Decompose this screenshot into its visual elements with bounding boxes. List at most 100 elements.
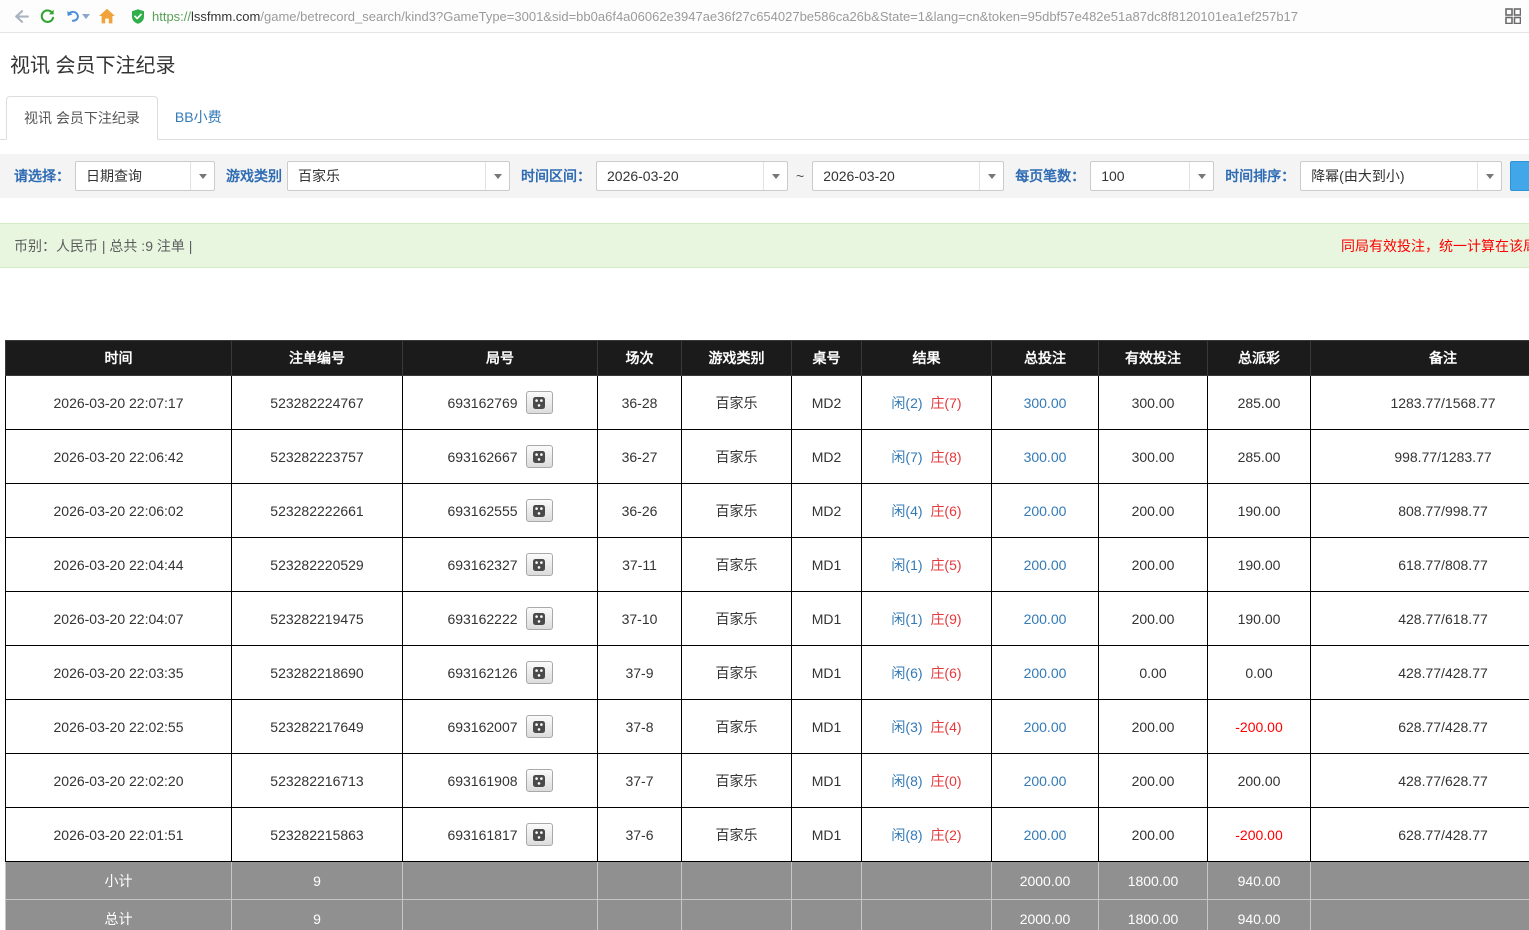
cell-remark: 808.77/998.77 — [1311, 484, 1529, 538]
column-header: 注单编号 — [232, 341, 403, 376]
round-replay-button[interactable] — [526, 607, 553, 630]
dice-icon — [532, 720, 546, 734]
totals-empty — [792, 900, 862, 930]
query-mode-label: 请选择： — [14, 166, 70, 186]
address-bar[interactable]: https://lssfmm.com/game/betrecord_search… — [130, 3, 1521, 29]
tab-bar: 视讯 会员下注纪录 BB小费 — [0, 96, 1529, 140]
query-mode-select[interactable]: 日期查询 — [75, 161, 215, 191]
cell-round: 693162667 — [403, 430, 598, 484]
totals-empty — [403, 900, 598, 930]
table-header: 时间注单编号局号场次游戏类别桌号结果总投注有效投注总派彩备注 — [6, 341, 1529, 376]
cell-bet-id: 523282224767 — [232, 376, 403, 430]
cell-valid-bet: 200.00 — [1099, 538, 1208, 592]
qr-grid-icon[interactable] — [1505, 8, 1521, 24]
column-header: 桌号 — [792, 341, 862, 376]
cell-valid-bet: 200.00 — [1099, 484, 1208, 538]
undo-button[interactable] — [60, 3, 94, 29]
table-row: 2026-03-20 22:06:42 523282223757 6931626… — [6, 430, 1529, 484]
cell-bet-id: 523282216713 — [232, 754, 403, 808]
cell-time: 2026-03-20 22:07:17 — [6, 376, 232, 430]
cell-valid-bet: 200.00 — [1099, 754, 1208, 808]
round-replay-button[interactable] — [526, 499, 553, 522]
totals-payout: 940.00 — [1208, 900, 1311, 930]
total-bet-link[interactable]: 200.00 — [1024, 503, 1067, 519]
date-to-select[interactable]: 2026-03-20 — [812, 161, 1004, 191]
cell-time: 2026-03-20 22:02:55 — [6, 700, 232, 754]
cell-session: 37-10 — [598, 592, 682, 646]
round-replay-button[interactable] — [526, 769, 553, 792]
dice-icon — [532, 558, 546, 572]
sort-order-label: 时间排序： — [1225, 166, 1295, 186]
cell-game-type: 百家乐 — [682, 808, 792, 862]
cell-valid-bet: 200.00 — [1099, 592, 1208, 646]
game-type-select[interactable]: 百家乐 — [287, 161, 510, 191]
cell-payout: 190.00 — [1208, 592, 1311, 646]
round-replay-button[interactable] — [526, 823, 553, 846]
refresh-button[interactable] — [34, 3, 60, 29]
back-button[interactable] — [8, 3, 34, 29]
search-button[interactable] — [1510, 161, 1529, 191]
table-body: 2026-03-20 22:07:17 523282224767 6931627… — [6, 376, 1529, 862]
cell-game-type: 百家乐 — [682, 484, 792, 538]
totals-empty — [598, 900, 682, 930]
table-row: 2026-03-20 22:01:51 523282215863 6931618… — [6, 808, 1529, 862]
result-banker: 庄(2) — [930, 827, 961, 843]
round-number: 693161817 — [447, 827, 517, 843]
cell-result: 闲(8) 庄(0) — [862, 754, 992, 808]
home-button[interactable] — [94, 3, 120, 29]
round-number: 693162327 — [447, 557, 517, 573]
cell-bet-id: 523282217649 — [232, 700, 403, 754]
cell-table-no: MD1 — [792, 538, 862, 592]
table-totals: 小计 9 2000.00 1800.00 940.00 总计 — [6, 862, 1529, 930]
total-bet-link[interactable]: 200.00 — [1024, 827, 1067, 843]
payout-value: -200.00 — [1235, 827, 1282, 843]
cell-game-type: 百家乐 — [682, 700, 792, 754]
undo-history-caret[interactable] — [82, 14, 90, 19]
bet-records-table: 时间注单编号局号场次游戏类别桌号结果总投注有效投注总派彩备注 2026-03-2… — [5, 340, 1529, 930]
table-row: 2026-03-20 22:02:20 523282216713 6931619… — [6, 754, 1529, 808]
total-bet-link[interactable]: 200.00 — [1024, 557, 1067, 573]
cell-bet-id: 523282223757 — [232, 430, 403, 484]
url-scheme: https:// — [152, 9, 191, 24]
cell-remark: 428.77/618.77 — [1311, 592, 1529, 646]
round-replay-button[interactable] — [526, 445, 553, 468]
cell-table-no: MD1 — [792, 754, 862, 808]
total-bet-link[interactable]: 300.00 — [1024, 395, 1067, 411]
cell-valid-bet: 200.00 — [1099, 808, 1208, 862]
result-player: 闲(6) — [891, 665, 922, 681]
chevron-down-icon — [190, 162, 214, 190]
cell-total-bet: 200.00 — [992, 700, 1099, 754]
cell-table-no: MD2 — [792, 376, 862, 430]
round-replay-button[interactable] — [526, 661, 553, 684]
tab-bb-tips[interactable]: BB小费 — [158, 96, 239, 139]
total-bet-link[interactable]: 300.00 — [1024, 449, 1067, 465]
time-range-label: 时间区间： — [521, 166, 591, 186]
cell-result: 闲(1) 庄(5) — [862, 538, 992, 592]
cell-valid-bet: 0.00 — [1099, 646, 1208, 700]
totals-empty — [1311, 900, 1529, 930]
cell-round: 693162222 — [403, 592, 598, 646]
date-from-select[interactable]: 2026-03-20 — [596, 161, 788, 191]
total-bet-link[interactable]: 200.00 — [1024, 665, 1067, 681]
cell-game-type: 百家乐 — [682, 592, 792, 646]
dice-icon — [532, 504, 546, 518]
dice-icon — [532, 450, 546, 464]
round-replay-button[interactable] — [526, 553, 553, 576]
total-bet-link[interactable]: 200.00 — [1024, 611, 1067, 627]
cell-result: 闲(1) 庄(9) — [862, 592, 992, 646]
page-size-select[interactable]: 100 — [1090, 161, 1214, 191]
table-header-row: 时间注单编号局号场次游戏类别桌号结果总投注有效投注总派彩备注 — [6, 341, 1529, 376]
cell-total-bet: 200.00 — [992, 592, 1099, 646]
game-type-label: 游戏类别 — [226, 166, 282, 186]
tab-bet-records[interactable]: 视讯 会员下注纪录 — [6, 96, 158, 140]
result-player: 闲(2) — [891, 395, 922, 411]
total-bet-link[interactable]: 200.00 — [1024, 719, 1067, 735]
sort-order-select[interactable]: 降幂(由大到小) — [1300, 161, 1502, 191]
table-row: 2026-03-20 22:07:17 523282224767 6931627… — [6, 376, 1529, 430]
chevron-down-icon — [485, 162, 509, 190]
result-banker: 庄(6) — [930, 665, 961, 681]
cell-round: 693162555 — [403, 484, 598, 538]
total-bet-link[interactable]: 200.00 — [1024, 773, 1067, 789]
round-replay-button[interactable] — [526, 715, 553, 738]
round-replay-button[interactable] — [526, 391, 553, 414]
